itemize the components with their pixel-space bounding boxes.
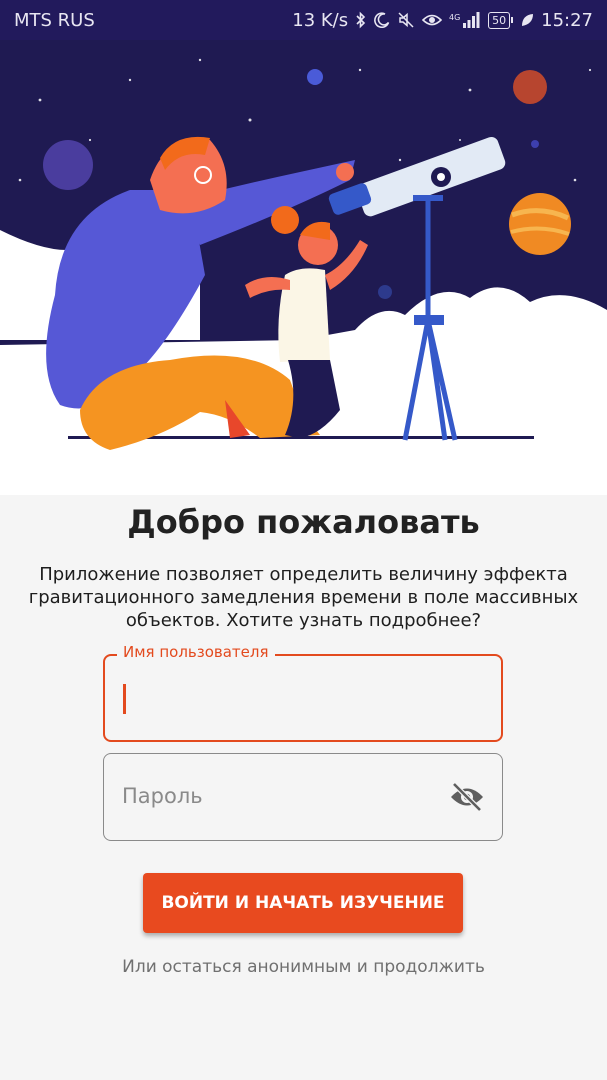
login-button[interactable]: ВОЙТИ И НАЧАТЬ ИЗУЧЕНИЕ (143, 873, 463, 933)
eye-off-icon (451, 782, 483, 812)
bluetooth-icon (355, 11, 367, 29)
username-field[interactable]: Имя пользователя (103, 643, 503, 742)
password-placeholder: Пароль (122, 784, 203, 808)
eye-comfort-icon (422, 13, 443, 27)
toggle-password-visibility-button[interactable] (447, 780, 487, 814)
app-description: Приложение позволяет определить величину… (28, 564, 579, 631)
page-title: Добро пожаловать (127, 503, 480, 541)
planet-purple (43, 140, 93, 190)
password-field[interactable]: Пароль (103, 753, 503, 841)
moon-icon (374, 12, 390, 28)
network-type-label: 4G (449, 13, 460, 22)
network-speed: 13 K/s (292, 9, 349, 31)
text-cursor (123, 684, 126, 714)
battery-level: 50 (488, 11, 511, 29)
signal-icon: 4G (449, 11, 481, 29)
clock: 15:27 (541, 9, 593, 31)
leaf-icon (520, 12, 534, 28)
planet-orange (509, 193, 571, 255)
carrier-name: MTS RUS (14, 9, 95, 31)
mute-icon (397, 11, 415, 29)
hero-illustration (0, 40, 607, 495)
anonymous-continue-link[interactable]: Или остаться анонимным и продолжить (0, 957, 607, 977)
username-label: Имя пользователя (117, 643, 275, 661)
welcome-section: Добро пожаловать Приложение позволяет оп… (0, 495, 607, 1080)
status-icons: 13 K/s 4G 50 15:27 (292, 10, 593, 31)
planet-tiny (378, 285, 392, 299)
planet-red (513, 70, 547, 104)
battery-icon: 50 (488, 11, 514, 29)
planet-small-blue (307, 69, 323, 85)
status-bar: MTS RUS 13 K/s 4G 50 15:27 (0, 0, 607, 40)
